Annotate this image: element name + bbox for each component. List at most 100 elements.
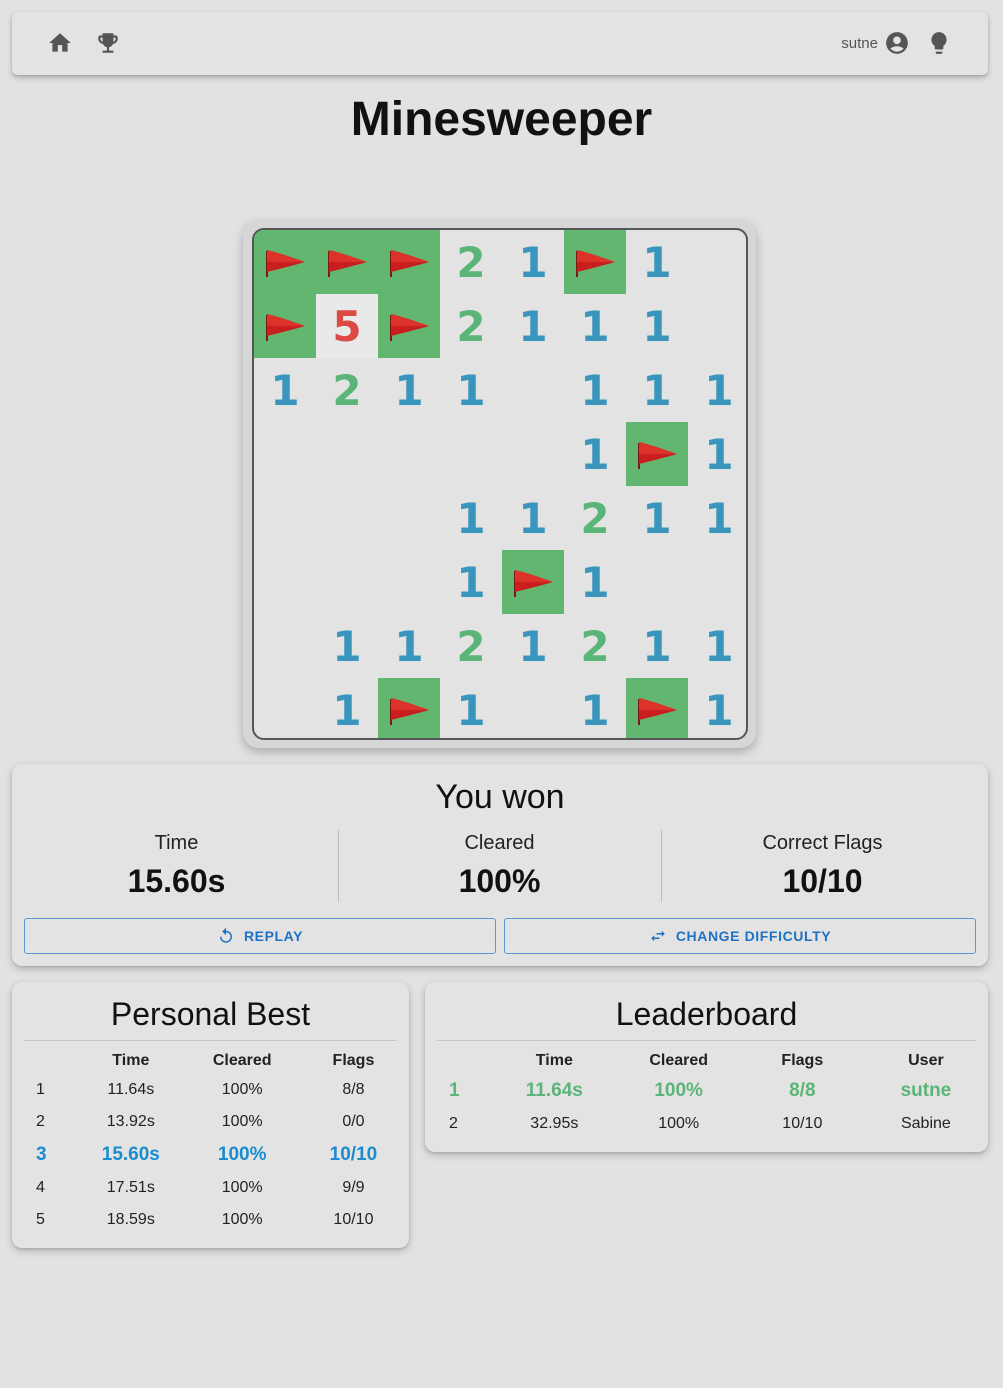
blank-cell[interactable] [688,294,746,358]
flag-cell[interactable] [626,422,688,486]
blank-cell[interactable] [254,678,316,738]
number-cell[interactable]: 1 [626,294,688,358]
flag-cell[interactable] [564,230,626,294]
number-cell[interactable]: 1 [502,294,564,358]
flag-icon [266,314,305,341]
flag-cell[interactable] [378,230,440,294]
number-cell[interactable]: 1 [564,294,626,358]
number-cell[interactable]: 1 [688,678,746,738]
number-cell[interactable]: 1 [626,614,688,678]
flag-cell[interactable] [626,678,688,738]
game-board[interactable]: 21152111121111111112111111212111111 [252,228,748,740]
flag-cell[interactable] [502,550,564,614]
number-cell[interactable]: 1 [688,422,746,486]
number-cell[interactable]: 1 [688,486,746,550]
column-header: Time [112,1052,150,1069]
number-cell[interactable]: 1 [440,358,502,422]
number-cell[interactable]: 1 [688,614,746,678]
blank-cell[interactable] [316,550,378,614]
table-cell: 9/9 [342,1179,365,1196]
number-cell[interactable]: 1 [626,486,688,550]
number-cell[interactable]: 1 [378,358,440,422]
number-cell[interactable]: 1 [502,614,564,678]
number-cell[interactable]: 5 [316,294,378,358]
blank-cell[interactable] [502,358,564,422]
number-cell[interactable]: 1 [440,486,502,550]
blank-cell[interactable] [502,678,564,738]
number-cell[interactable]: 1 [626,358,688,422]
column-header [437,1048,492,1074]
table-cell: 11.64s [525,1080,583,1101]
flag-cell[interactable] [378,294,440,358]
flag-icon [638,698,677,725]
number-cell[interactable]: 2 [440,614,502,678]
blank-cell[interactable] [378,550,440,614]
number-cell[interactable]: 1 [564,358,626,422]
number-cell[interactable]: 1 [316,678,378,738]
blank-cell[interactable] [316,422,378,486]
number-cell[interactable]: 1 [564,422,626,486]
replay-label: REPLAY [243,928,304,944]
table-cell: 1 [36,1081,45,1098]
trophy-icon[interactable] [95,30,121,56]
number-cell[interactable]: 1 [378,614,440,678]
number-cell[interactable]: 1 [254,358,316,422]
number-cell[interactable]: 1 [316,614,378,678]
number-cell[interactable]: 1 [502,230,564,294]
home-icon[interactable] [47,30,73,56]
replay-button[interactable]: REPLAY [24,918,496,954]
blank-cell[interactable] [316,486,378,550]
flag-cell[interactable] [254,230,316,294]
number-cell[interactable]: 2 [316,358,378,422]
blank-cell[interactable] [440,422,502,486]
flag-icon [390,698,429,725]
table-row: 1 11.64s 100% 8/8 [24,1074,409,1106]
number-cell[interactable]: 1 [564,550,626,614]
blank-cell[interactable] [626,550,688,614]
blank-cell[interactable] [688,550,746,614]
blank-cell[interactable] [254,422,316,486]
number-cell[interactable]: 2 [564,614,626,678]
table-cell: 8/8 [789,1080,816,1101]
blank-cell[interactable] [254,614,316,678]
leaderboard-title: Leaderboard [615,996,798,1032]
number-cell[interactable]: 2 [440,230,502,294]
number-cell[interactable]: 1 [440,678,502,738]
stat-label: Time [154,832,199,854]
flag-cell[interactable] [316,230,378,294]
table-cell: 15.60s [101,1144,160,1165]
flag-icon [390,250,429,277]
table-row: 5 18.59s 100% 10/10 [24,1204,409,1236]
table-header-row: Time Cleared Flags [24,1048,409,1074]
flag-icon [328,250,367,277]
swap-icon [651,930,665,942]
table-cell: 18.59s [106,1211,155,1228]
blank-cell[interactable] [254,550,316,614]
table-row: 1 11.64s 100% 8/8 sutne [437,1074,988,1108]
change-difficulty-button[interactable]: CHANGE DIFFICULTY [504,918,976,954]
account-icon[interactable] [884,30,910,56]
blank-cell[interactable] [378,486,440,550]
table-cell: 0/0 [342,1113,365,1130]
number-cell[interactable]: 2 [564,486,626,550]
blank-cell[interactable] [502,422,564,486]
flag-cell[interactable] [378,678,440,738]
lightbulb-icon[interactable] [926,30,952,56]
number-cell[interactable]: 1 [440,550,502,614]
blank-cell[interactable] [378,422,440,486]
blank-cell[interactable] [688,230,746,294]
table-cell: 100% [221,1081,263,1098]
table-cell: 13.92s [106,1113,155,1130]
number-cell[interactable]: 1 [502,486,564,550]
table-cell: 100% [217,1144,267,1165]
flag-icon [638,442,677,469]
table-cell: 8/8 [342,1081,365,1098]
blank-cell[interactable] [254,486,316,550]
stat-time: Time 15.60s [14,832,339,900]
number-cell[interactable]: 1 [626,230,688,294]
flag-cell[interactable] [254,294,316,358]
number-cell[interactable]: 1 [564,678,626,738]
number-cell[interactable]: 1 [688,358,746,422]
number-cell[interactable]: 2 [440,294,502,358]
flag-icon [576,250,615,277]
